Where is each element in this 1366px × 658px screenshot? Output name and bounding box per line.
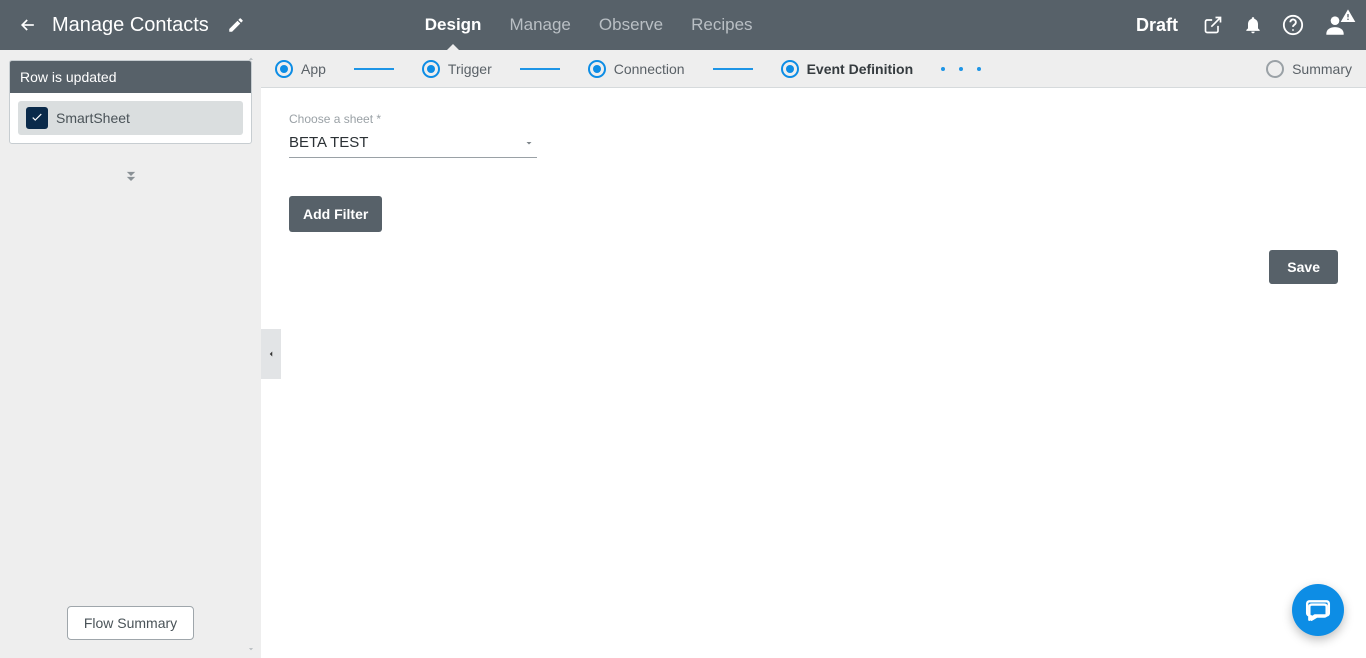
step-connector: [520, 68, 560, 70]
step-radio-done-icon: [781, 60, 799, 78]
page-title: Manage Contacts: [52, 14, 209, 37]
trigger-card-title: Row is updated: [10, 61, 251, 93]
main-panel: App Trigger Connection Event Definition …: [261, 50, 1366, 658]
add-filter-button[interactable]: Add Filter: [289, 196, 382, 232]
expand-down-icon[interactable]: [121, 166, 141, 191]
sheet-field-label: Choose a sheet *: [289, 112, 1338, 126]
header-right: Draft: [1136, 12, 1348, 38]
step-radio-done-icon: [422, 60, 440, 78]
tab-label: Manage: [509, 15, 570, 35]
app-header: Manage Contacts Design Manage Observe Re…: [0, 0, 1366, 50]
tab-observe[interactable]: Observe: [599, 0, 663, 50]
workspace: Row is updated SmartSheet Flow Summary: [0, 50, 1366, 658]
tab-manage[interactable]: Manage: [509, 0, 570, 50]
header-tabs: Design Manage Observe Recipes: [425, 0, 753, 50]
step-event-definition[interactable]: Event Definition: [781, 60, 914, 78]
tab-label: Design: [425, 15, 482, 35]
step-label: Trigger: [448, 61, 492, 77]
chat-icon: [1305, 597, 1331, 623]
step-content: Choose a sheet * BETA TEST Add Filter Sa…: [261, 88, 1366, 256]
header-left: Manage Contacts: [18, 14, 245, 37]
flow-summary-button[interactable]: Flow Summary: [67, 606, 194, 640]
notifications-icon[interactable]: [1242, 14, 1264, 36]
chevron-down-icon: [523, 137, 535, 149]
tab-label: Observe: [599, 15, 663, 35]
user-menu[interactable]: [1322, 12, 1348, 38]
step-label: Event Definition: [807, 61, 914, 77]
chat-fab[interactable]: [1292, 584, 1344, 636]
step-connector: [713, 68, 753, 70]
save-button[interactable]: Save: [1269, 250, 1338, 284]
sheet-select[interactable]: BETA TEST: [289, 130, 537, 158]
step-connection[interactable]: Connection: [588, 60, 685, 78]
step-connector-pending: [941, 68, 981, 70]
tab-recipes[interactable]: Recipes: [691, 0, 752, 50]
step-app[interactable]: App: [275, 60, 326, 78]
sheet-select-value: BETA TEST: [289, 134, 368, 151]
back-arrow-icon[interactable]: [18, 15, 38, 35]
trigger-card-body: SmartSheet: [10, 93, 251, 143]
step-trigger[interactable]: Trigger: [422, 60, 492, 78]
warning-badge-icon: [1340, 8, 1356, 29]
app-chip-label: SmartSheet: [56, 110, 130, 126]
tab-label: Recipes: [691, 15, 752, 35]
step-summary[interactable]: Summary: [1266, 60, 1352, 78]
workflow-status: Draft: [1136, 15, 1178, 36]
sidebar: Row is updated SmartSheet Flow Summary: [0, 50, 261, 658]
step-label: Summary: [1292, 61, 1352, 77]
step-radio-empty-icon: [1266, 60, 1284, 78]
step-radio-done-icon: [275, 60, 293, 78]
step-label: Connection: [614, 61, 685, 77]
open-external-icon[interactable]: [1202, 14, 1224, 36]
trigger-card: Row is updated SmartSheet: [9, 60, 252, 144]
smartsheet-icon: [26, 107, 48, 129]
step-radio-done-icon: [588, 60, 606, 78]
step-label: App: [301, 61, 326, 77]
wizard-stepper: App Trigger Connection Event Definition …: [261, 50, 1366, 88]
step-connector: [354, 68, 394, 70]
tab-design[interactable]: Design: [425, 0, 482, 50]
collapse-sidebar-handle[interactable]: [261, 329, 281, 379]
edit-title-icon[interactable]: [227, 16, 245, 34]
app-chip[interactable]: SmartSheet: [18, 101, 243, 135]
help-icon[interactable]: [1282, 14, 1304, 36]
